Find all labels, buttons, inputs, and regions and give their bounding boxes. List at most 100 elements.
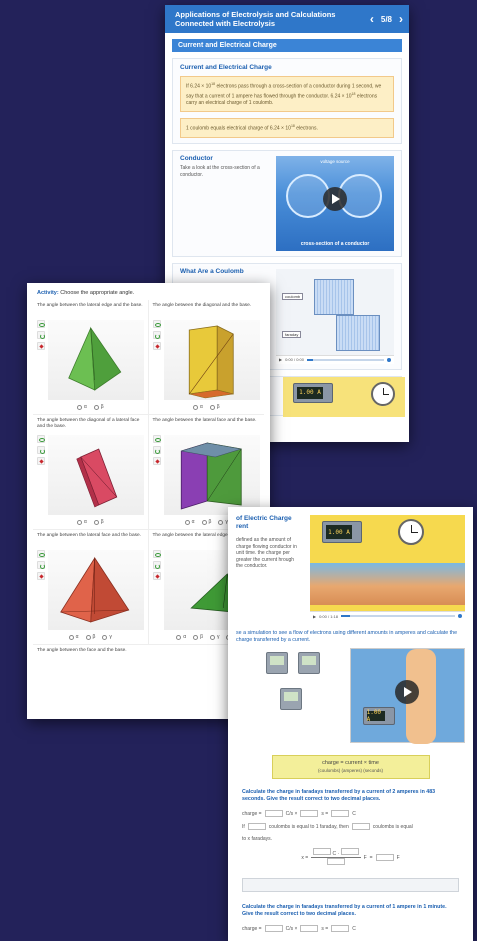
reset-icon[interactable] [152, 342, 161, 350]
formula-line: charge = current × time [322, 760, 379, 766]
charge-input[interactable] [331, 810, 350, 817]
question-text: The angle between the lateral edge and t… [37, 303, 143, 308]
option-radio[interactable] [209, 404, 215, 410]
volume-knob[interactable] [458, 614, 462, 618]
electron-flow-video[interactable]: 1.00 A ▶ 0:00 / 1:18 [310, 515, 465, 620]
rotate-icon[interactable] [37, 331, 45, 339]
question-text: The angle between the diagonal of a late… [37, 418, 140, 429]
play-icon[interactable]: ▶ [279, 357, 282, 362]
option-radio[interactable] [76, 519, 82, 525]
conductor-video[interactable]: voltage source cross-section of a conduc… [276, 155, 394, 251]
volume-knob[interactable] [387, 357, 391, 362]
video-controls[interactable]: ▶ 0:00 / 0:00 [276, 354, 394, 364]
exercise-question: Calculate the charge in faradays transfe… [242, 789, 436, 802]
current-simulation[interactable]: 1.00 A [349, 648, 465, 744]
conductor-strip [310, 563, 465, 605]
next-page-button[interactable]: › [399, 13, 403, 25]
panel-text: Take a look at the cross-section of a co… [180, 165, 260, 178]
faraday-cube [336, 314, 380, 351]
ammeter-icon: 1.00 A [293, 382, 333, 403]
reset-icon[interactable] [152, 457, 161, 465]
current-input[interactable] [264, 925, 283, 932]
panel-heading: Current and Electrical Charge [180, 64, 272, 71]
rotate-icon[interactable] [152, 331, 161, 339]
option-radio[interactable] [93, 519, 99, 525]
option-radio[interactable] [192, 404, 198, 410]
ammeter-animation[interactable]: 1.00 A [283, 376, 405, 417]
option-radio[interactable] [93, 404, 99, 410]
current-input[interactable] [264, 810, 283, 817]
coulombs-input[interactable] [247, 823, 266, 830]
video-controls[interactable]: ▶ 0:00 / 1:18 [310, 611, 465, 620]
denominator-input[interactable] [326, 858, 345, 865]
play-icon[interactable] [395, 679, 420, 704]
show-icon[interactable] [152, 320, 161, 328]
option-radio[interactable] [68, 634, 74, 640]
simulation-instructions: se a simulation to see a flow of electro… [236, 630, 458, 643]
show-icon[interactable] [152, 550, 161, 558]
rotate-icon[interactable] [152, 446, 161, 454]
ammeter-icon: 1.00 A [362, 707, 395, 725]
current-charge-panel: Current and Electrical Charge If 6.24 × … [172, 58, 402, 144]
option-radio[interactable] [209, 634, 215, 640]
media-caption: cross-section of a conductor [300, 240, 370, 247]
answer-options: α β [153, 404, 261, 410]
question-text: The angle between the lateral face and t… [152, 418, 257, 423]
coulomb-note: 1 coulomb equals electrical charge of 6.… [180, 118, 394, 138]
option-radio[interactable] [102, 634, 108, 640]
show-icon[interactable] [152, 435, 161, 443]
panel-heading: Conductor [180, 154, 213, 162]
time-input[interactable] [300, 810, 319, 817]
option-radio[interactable] [218, 519, 224, 525]
faraday-statement: If coulombs is equal to 1 faraday, then … [242, 823, 413, 830]
ammeter-thumb[interactable] [266, 652, 288, 674]
option-radio[interactable] [76, 404, 82, 410]
answer-options: α β γ [37, 634, 144, 640]
result-input[interactable] [375, 854, 394, 861]
answer-options: α β [37, 404, 144, 410]
definition-note: If 6.24 × 1018 electrons pass through a … [180, 76, 394, 113]
pyramid-3d-view[interactable] [48, 320, 144, 400]
reset-icon[interactable] [37, 457, 45, 465]
question-cell: The angle between the lateral face and t… [33, 530, 149, 645]
page-indicator: 5/8 [380, 14, 392, 24]
answer-options: α β [37, 519, 144, 525]
section-title: Current and Electrical Charge [172, 39, 402, 52]
question-cell: The angle between the diagonal and the b… [148, 300, 264, 415]
show-icon[interactable] [37, 550, 45, 558]
coulomb-tag: coulomb [282, 292, 304, 300]
clock-icon [398, 519, 424, 545]
pyramid-3d-view[interactable] [48, 550, 144, 630]
prev-page-button[interactable]: ‹ [370, 13, 374, 25]
coulomb-faraday-video[interactable]: coulomb faraday ▶ 0:00 / 0:00 [276, 268, 394, 364]
option-radio[interactable] [85, 634, 91, 640]
section-heading: of Electric Charge rent [236, 515, 292, 530]
charge-input[interactable] [331, 925, 350, 932]
coulombs-input[interactable] [351, 823, 370, 830]
numerator-input[interactable] [340, 848, 359, 855]
time-input[interactable] [300, 925, 319, 932]
reset-icon[interactable] [37, 572, 45, 580]
ammeter-thumb[interactable] [298, 652, 320, 674]
play-icon[interactable]: ▶ [313, 614, 316, 619]
numerator-input[interactable] [313, 848, 332, 855]
seek-bar[interactable] [340, 615, 455, 617]
reset-icon[interactable] [152, 572, 161, 580]
rotate-icon[interactable] [152, 561, 161, 569]
rotate-icon[interactable] [37, 446, 45, 454]
option-radio[interactable] [201, 519, 207, 525]
tool-column [152, 320, 161, 400]
option-radio[interactable] [184, 519, 190, 525]
panel-heading: What Are a Coulomb [180, 267, 244, 275]
seek-bar[interactable] [306, 358, 384, 361]
reset-icon[interactable] [37, 342, 45, 350]
option-radio[interactable] [176, 634, 182, 640]
show-icon[interactable] [37, 320, 45, 328]
option-radio[interactable] [193, 634, 199, 640]
rotate-icon[interactable] [37, 561, 45, 569]
ammeter-thumb[interactable] [280, 688, 302, 710]
show-icon[interactable] [37, 435, 45, 443]
cuboid-3d-view[interactable] [163, 435, 260, 515]
prism-3d-view[interactable] [48, 435, 144, 515]
prism-3d-view[interactable] [163, 320, 260, 400]
